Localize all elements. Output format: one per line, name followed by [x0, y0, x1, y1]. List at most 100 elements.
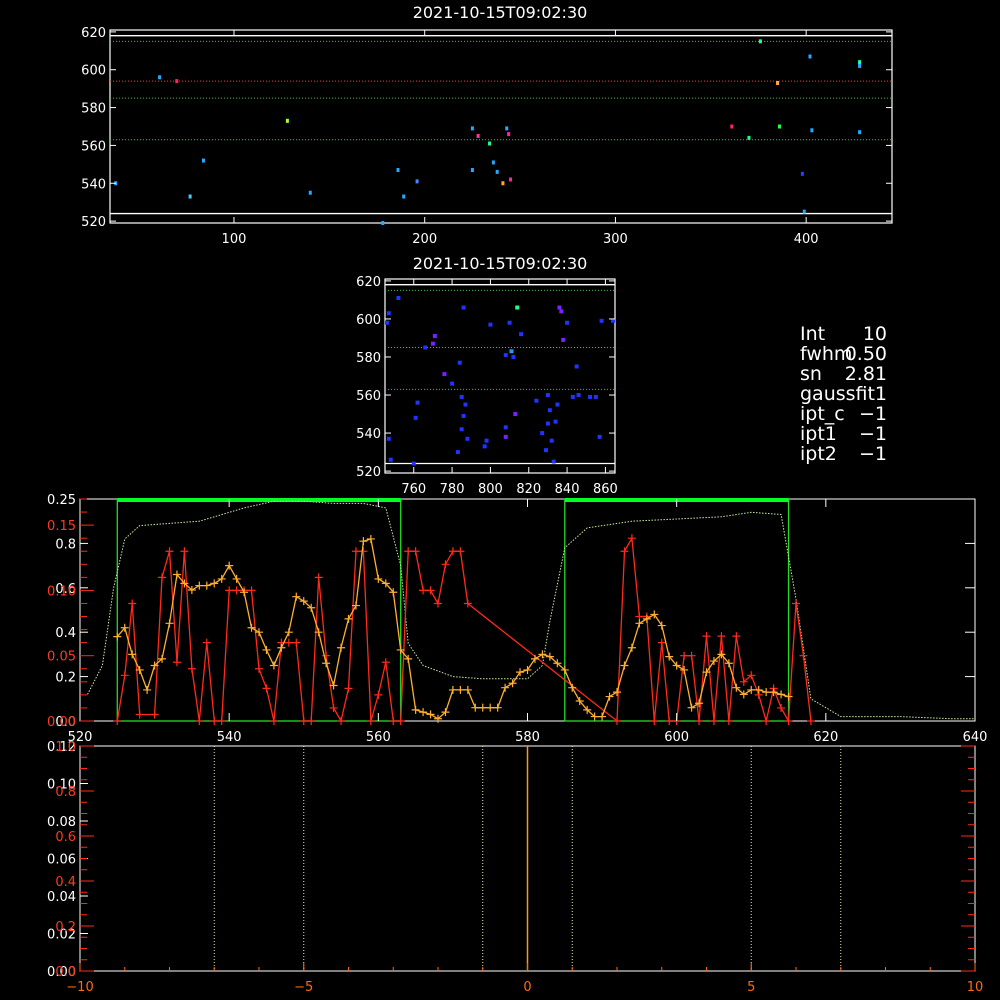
x-tick-label: −5	[294, 980, 313, 995]
red-y-tick-label: 0.2	[55, 920, 76, 935]
data-point	[576, 393, 581, 398]
data-point	[188, 194, 192, 199]
data-point	[810, 128, 814, 133]
x-tick-label: 640	[963, 730, 988, 745]
param-key: gaussfit	[800, 383, 875, 405]
data-point	[747, 135, 751, 140]
param-key: ipt1	[800, 423, 837, 445]
data-point	[396, 168, 400, 173]
data-point	[503, 425, 508, 430]
x-tick-label: 860	[593, 482, 618, 497]
y-tick-label: 0.2	[55, 671, 76, 686]
x-tick-label: 10	[967, 980, 984, 995]
data-point	[463, 402, 468, 407]
data-point	[858, 63, 862, 68]
y-tick-label: 620	[81, 26, 106, 41]
data-point	[465, 436, 470, 441]
data-point	[553, 419, 558, 424]
x-tick-label: −10	[66, 980, 93, 995]
data-point	[402, 194, 406, 199]
data-point	[545, 421, 550, 426]
param-value: −1	[859, 423, 887, 445]
data-point	[285, 118, 289, 123]
data-point	[476, 133, 480, 138]
data-point	[461, 305, 466, 310]
data-point	[511, 354, 516, 359]
y-tick-label: 0.06	[47, 853, 76, 868]
x-tick-label: 800	[478, 482, 503, 497]
y-tick-label: 0.8	[55, 537, 76, 552]
data-point	[470, 168, 474, 173]
data-point	[501, 181, 505, 186]
red-y-tick-label: 0.15	[47, 519, 76, 534]
param-key: Int	[800, 323, 825, 345]
data-point	[545, 393, 550, 398]
y-tick-label: 520	[81, 215, 106, 230]
x-tick-label: 540	[217, 730, 242, 745]
x-tick-label: 0	[523, 980, 531, 995]
red-y-tick-label: 0.0	[55, 965, 76, 980]
x-tick-label: 760	[401, 482, 426, 497]
y-tick-label: 560	[81, 139, 106, 154]
data-point	[415, 400, 420, 405]
data-point	[597, 434, 602, 439]
plot-canvas: 2021-10-15T09:02:30 100 200 300 40052054056…	[0, 0, 1000, 1000]
param-value: 1	[875, 383, 887, 405]
y-tick-label: 0.25	[47, 493, 76, 508]
y-tick-label: 600	[356, 313, 381, 328]
data-point	[808, 54, 812, 59]
data-point	[457, 360, 462, 365]
data-point	[388, 457, 393, 462]
red-y-tick-label: 1.0	[55, 740, 76, 755]
red-y-tick-label: 0.05	[47, 650, 76, 665]
data-point	[561, 337, 566, 342]
data-point	[455, 450, 460, 455]
y-tick-label: 580	[356, 351, 381, 366]
param-value: 10	[863, 323, 887, 345]
x-tick-label: 400	[794, 232, 819, 247]
x-tick-label: 200	[412, 232, 437, 247]
data-point	[495, 169, 499, 174]
data-point	[513, 412, 518, 417]
data-point	[459, 427, 464, 432]
data-point	[491, 160, 495, 165]
data-point	[776, 80, 780, 85]
data-point	[544, 448, 548, 453]
data-point	[507, 320, 512, 325]
param-key: ipt_c	[800, 403, 845, 425]
red-y-tick-label: 0.6	[55, 830, 76, 845]
x-tick-label: 600	[664, 730, 689, 745]
data-point	[423, 345, 428, 350]
data-point	[507, 132, 511, 137]
data-point	[802, 209, 806, 214]
data-point	[201, 158, 205, 163]
data-point	[534, 398, 539, 403]
data-point	[730, 124, 734, 129]
data-point	[384, 320, 389, 325]
data-point	[450, 381, 455, 386]
x-tick-label: 580	[515, 730, 540, 745]
param-value: −1	[859, 403, 887, 425]
data-point	[777, 124, 781, 129]
data-point	[570, 394, 575, 399]
x-tick-label: 5	[747, 980, 755, 995]
data-point	[415, 179, 419, 184]
data-point	[858, 130, 862, 135]
y-tick-label: 520	[356, 465, 381, 480]
top-scatter-title: 2021-10-15T09:02:30	[413, 3, 588, 22]
data-point	[551, 459, 556, 464]
y-tick-label: 600	[81, 64, 106, 79]
data-point	[158, 75, 162, 80]
data-point	[509, 177, 513, 182]
x-tick-label: 820	[516, 482, 541, 497]
x-tick-label: 100	[222, 232, 247, 247]
data-point	[482, 444, 487, 449]
y-tick-label: 540	[356, 427, 381, 442]
x-tick-label: 620	[813, 730, 838, 745]
data-point	[565, 320, 570, 325]
param-value: −1	[859, 443, 887, 465]
data-point	[386, 311, 391, 316]
data-point	[413, 415, 418, 420]
data-point	[611, 318, 616, 323]
data-point	[488, 322, 493, 327]
